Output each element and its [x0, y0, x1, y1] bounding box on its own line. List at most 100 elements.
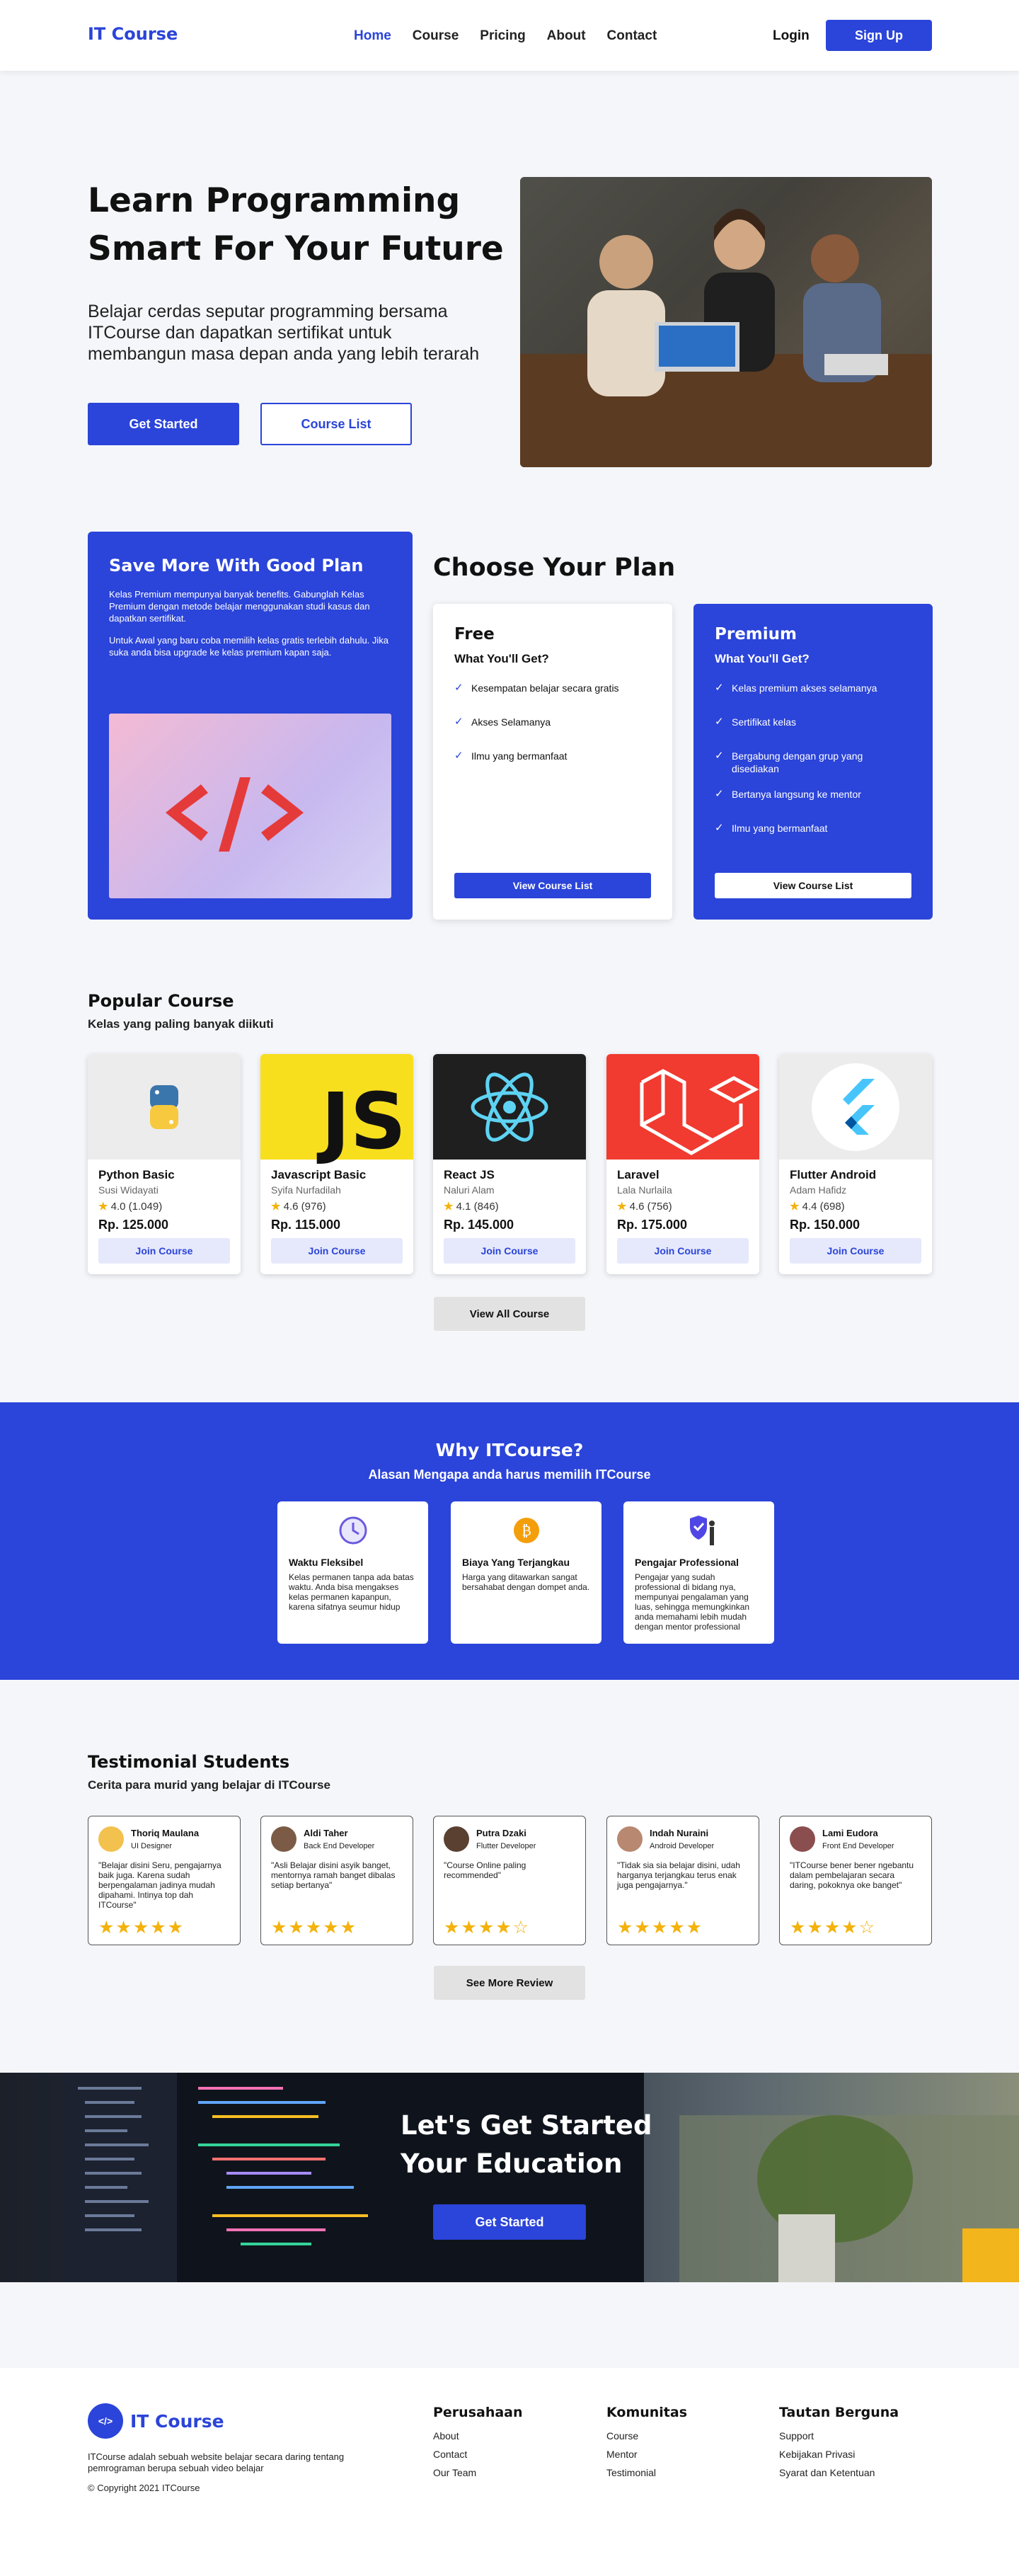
react-logo-icon — [433, 1054, 586, 1160]
testimonial-card: Putra Dzaki Flutter Developer "Course On… — [433, 1816, 586, 1945]
plan-feature: Akses Selamanya — [454, 716, 651, 728]
course-title: Flutter Android — [790, 1168, 877, 1181]
signup-button[interactable]: Sign Up — [826, 20, 932, 51]
course-price: Rp. 175.000 — [617, 1218, 688, 1232]
copyright: © Copyright 2021 ITCourse — [88, 2483, 200, 2493]
course-card-python[interactable]: Python Basic Susi Widayati ★ 4.0 (1.049)… — [88, 1054, 241, 1274]
course-price: Rp. 115.000 — [271, 1218, 341, 1232]
course-rating: ★ 4.6 (976) — [271, 1201, 326, 1213]
star-icon: ★ — [271, 1201, 281, 1213]
footer-logo[interactable]: </> IT Course — [88, 2403, 224, 2439]
testimonial-name: Indah Nuraini — [650, 1828, 709, 1838]
main-menu: Home Course Pricing About Contact — [354, 28, 657, 44]
join-course-button[interactable]: Join Course — [790, 1238, 921, 1264]
save-more-text-1: Kelas Premium mempunyai banyak benefits.… — [109, 589, 370, 624]
course-price: Rp. 125.000 — [98, 1218, 169, 1232]
menu-about[interactable]: About — [547, 28, 586, 44]
course-card-flutter[interactable]: Flutter Android Adam Hafidz ★ 4.4 (698) … — [779, 1054, 932, 1274]
course-author: Naluri Alam — [444, 1184, 495, 1196]
testimonial-quote: "ITCourse bener bener ngebantu dalam pem… — [790, 1860, 914, 1890]
course-price: Rp. 150.000 — [790, 1218, 860, 1232]
footer-link[interactable]: About — [433, 2430, 523, 2442]
footer-column-title: Tautan Berguna — [779, 2405, 899, 2420]
js-logo-text: JS — [321, 1076, 406, 1167]
testimonial-name: Putra Dzaki — [476, 1828, 526, 1838]
course-author: Susi Widayati — [98, 1184, 159, 1196]
course-price: Rp. 145.000 — [444, 1218, 514, 1232]
footer-link[interactable]: Course — [606, 2430, 687, 2442]
testimonial-quote: "Course Online paling recommended" — [444, 1860, 526, 1880]
students-illustration — [520, 177, 932, 467]
footer-column-title: Perusahaan — [433, 2405, 523, 2420]
hero-photo — [520, 177, 932, 467]
footer-link[interactable]: Our Team — [433, 2467, 523, 2478]
testimonial-name: Thoriq Maulana — [131, 1828, 200, 1838]
testimonial-quote: "Asli Belajar disini asyik banget, mento… — [271, 1860, 396, 1890]
testimonial-card: Lami Eudora Front End Developer "ITCours… — [779, 1816, 932, 1945]
view-all-course-button[interactable]: View All Course — [434, 1297, 585, 1331]
footer-link[interactable]: Syarat dan Ketentuan — [779, 2467, 899, 2478]
avatar — [98, 1826, 124, 1852]
premium-plan-button[interactable]: View Course List — [715, 873, 911, 898]
course-card-javascript[interactable]: JS Javascript Basic Syifa Nurfadilah ★ 4… — [260, 1054, 413, 1274]
menu-pricing[interactable]: Pricing — [480, 28, 525, 44]
code-logo-icon: </> — [88, 2403, 123, 2439]
footer-column-links: Tautan Berguna Support Kebijakan Privasi… — [779, 2405, 899, 2485]
hero-title: Learn Programming Smart For Your Future — [88, 181, 504, 268]
login-link[interactable]: Login — [773, 28, 810, 44]
save-more-card: Save More With Good Plan Kelas Premium m… — [88, 532, 413, 920]
brand-logo[interactable]: IT Course — [88, 24, 178, 44]
footer-link[interactable]: Mentor — [606, 2449, 687, 2460]
why-card-flexible: Waktu Fleksibel Kelas permanen tanpa ada… — [277, 1501, 428, 1644]
course-card-react[interactable]: React JS Naluri Alam ★ 4.1 (846) Rp. 145… — [433, 1054, 586, 1274]
code-illustration — [109, 714, 391, 898]
menu-course[interactable]: Course — [413, 28, 459, 44]
join-course-button[interactable]: Join Course — [271, 1238, 403, 1264]
footer-column-title: Komunitas — [606, 2405, 688, 2420]
rating-stars: ★★★★☆ — [790, 1918, 877, 1937]
rating-stars: ★★★★★ — [98, 1918, 185, 1937]
testimonial-subtitle: Cerita para murid yang belajar di ITCour… — [88, 1778, 330, 1792]
course-rating: ★ 4.0 (1.049) — [98, 1201, 163, 1213]
footer-link[interactable]: Support — [779, 2430, 899, 2442]
plan-feature: Kesempatan belajar secara gratis — [454, 682, 651, 694]
testimonial-card: Indah Nuraini Android Developer "Tidak s… — [606, 1816, 759, 1945]
menu-contact[interactable]: Contact — [607, 28, 657, 44]
testimonial-card: Thoriq Maulana UI Designer "Belajar disi… — [88, 1816, 241, 1945]
course-rating: ★ 4.1 (846) — [444, 1201, 499, 1213]
free-plan-button[interactable]: View Course List — [454, 873, 651, 898]
course-card-laravel[interactable]: Laravel Lala Nurlaila ★ 4.6 (756) Rp. 17… — [606, 1054, 759, 1274]
free-plan-card: Free What You'll Get? Kesempatan belajar… — [433, 604, 672, 920]
get-started-button[interactable]: Get Started — [88, 403, 239, 445]
join-course-button[interactable]: Join Course — [617, 1238, 749, 1264]
avatar — [790, 1826, 815, 1852]
course-title: Javascript Basic — [271, 1168, 367, 1181]
footer-link[interactable]: Kebijakan Privasi — [779, 2449, 899, 2460]
footer-link[interactable]: Testimonial — [606, 2467, 687, 2478]
join-course-button[interactable]: Join Course — [98, 1238, 230, 1264]
rating-stars: ★★★★★ — [617, 1918, 704, 1937]
see-more-review-button[interactable]: See More Review — [434, 1966, 585, 2000]
popular-subtitle: Kelas yang paling banyak diikuti — [88, 1017, 274, 1031]
course-list-button[interactable]: Course List — [260, 403, 412, 445]
course-title: React JS — [444, 1168, 495, 1181]
testimonial-role: Android Developer — [650, 1842, 715, 1850]
course-author: Adam Hafidz — [790, 1184, 847, 1196]
plan-feature: Sertifikat kelas — [715, 716, 911, 728]
footer: </> IT Course ITCourse adalah sebuah web… — [0, 2368, 1019, 2576]
testimonial-role: UI Designer — [131, 1842, 173, 1850]
footer-link[interactable]: Contact — [433, 2449, 523, 2460]
plan-feature: Ilmu yang bermanfaat — [454, 750, 651, 762]
join-course-button[interactable]: Join Course — [444, 1238, 575, 1264]
course-rating: ★ 4.4 (698) — [790, 1201, 845, 1213]
plan-feature: Bergabung dengan grup yang disediakan — [715, 750, 911, 775]
why-section: Why ITCourse? Alasan Mengapa anda harus … — [0, 1402, 1019, 1680]
clock-icon — [335, 1513, 371, 1548]
premium-plan-card: Premium What You'll Get? Kelas premium a… — [693, 604, 933, 920]
cta-get-started-button[interactable]: Get Started — [433, 2204, 586, 2240]
svg-text:₿: ₿ — [522, 1522, 531, 1539]
footer-column-community: Komunitas Course Mentor Testimonial — [606, 2405, 687, 2485]
course-author: Syifa Nurfadilah — [271, 1184, 341, 1196]
why-card-title: Biaya Yang Terjangkau — [462, 1557, 570, 1568]
menu-home[interactable]: Home — [354, 28, 391, 44]
